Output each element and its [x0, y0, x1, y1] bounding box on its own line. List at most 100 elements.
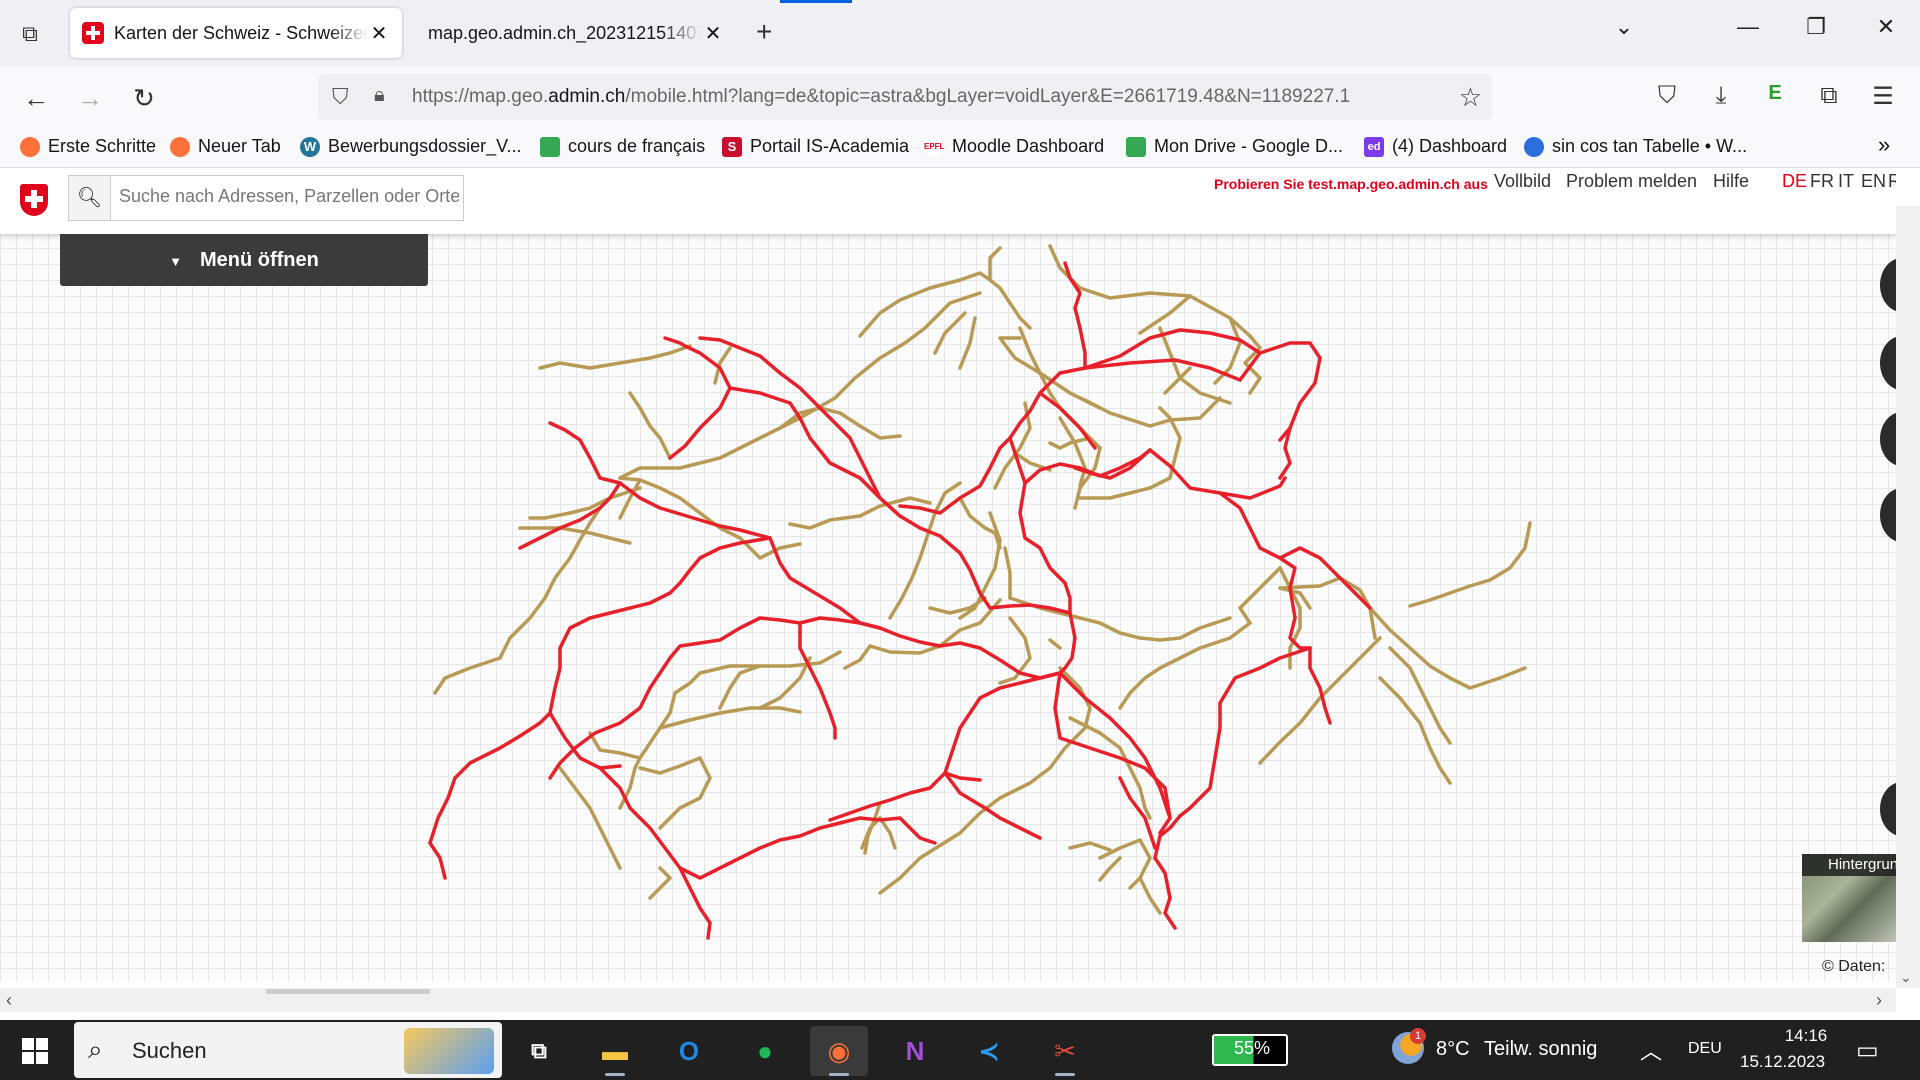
bookmark-is-academia[interactable]: S Portail IS-Academia	[722, 136, 909, 157]
scroll-right-icon[interactable]: ›	[1876, 990, 1882, 1011]
tracking-protection-icon[interactable]: ⛉	[332, 84, 349, 110]
bookmark-star-icon[interactable]: ☆	[1459, 82, 1482, 113]
national-road	[898, 436, 1012, 515]
national-road	[1083, 358, 1242, 382]
battery-icon[interactable]: 55%	[1212, 1034, 1288, 1066]
main-road	[433, 656, 502, 695]
task-view-icon[interactable]: ⧉	[510, 1026, 568, 1076]
swiss-coat-of-arms-icon[interactable]	[20, 184, 48, 216]
clock-date[interactable]: 15.12.2023	[1740, 1052, 1825, 1072]
accessibility-icon	[1524, 136, 1544, 157]
bookmark-moodle-dashboard[interactable]: EPFL Moodle Dashboard	[924, 136, 1104, 157]
minimize-icon[interactable]: —	[1728, 14, 1768, 40]
is-academia-icon: S	[722, 136, 742, 157]
help-link[interactable]: Hilfe	[1713, 171, 1749, 192]
firefox-icon[interactable]: ◉	[810, 1026, 868, 1076]
test-site-link[interactable]: Probieren Sie test.map.geo.admin.ch aus	[1214, 176, 1488, 192]
national-road	[898, 514, 1072, 615]
report-problem-link[interactable]: Problem melden	[1566, 171, 1697, 192]
spotify-icon[interactable]: ●	[736, 1026, 794, 1076]
bookmark-bewerbungsdossier[interactable]: W Bewerbungsdossier_V...	[300, 136, 521, 157]
vertical-scrollbar[interactable]: ⌄	[1896, 206, 1920, 988]
search-icon[interactable]: 🔍︎	[69, 176, 111, 220]
main-road	[933, 311, 967, 355]
tab-map-export[interactable]: map.geo.admin.ch_20231215140726 ✕	[406, 8, 736, 58]
road-network-map[interactable]	[0, 168, 1896, 981]
close-tab-icon[interactable]: ✕	[368, 21, 390, 46]
close-tab-icon[interactable]: ✕	[702, 21, 724, 46]
file-explorer-icon[interactable]: ▬	[586, 1026, 644, 1076]
lang-de[interactable]: DE	[1782, 171, 1807, 192]
fullscreen-link[interactable]: Vollbild	[1494, 171, 1551, 192]
bookmarks-overflow-icon[interactable]: »	[1878, 132, 1890, 158]
bookmark-ed-dashboard[interactable]: ed (4) Dashboard	[1364, 136, 1507, 157]
notification-icon[interactable]: ▭	[1856, 1036, 1879, 1065]
tray-overflow-icon[interactable]: ︿	[1640, 1034, 1662, 1066]
tab-overview-icon[interactable]: ⧉	[16, 20, 44, 48]
pocket-icon[interactable]: ⛉	[1650, 82, 1684, 110]
extensions-icon[interactable]: ⧉	[1812, 82, 1846, 110]
main-road	[1083, 396, 1222, 428]
tab-title: map.geo.admin.ch_20231215140726	[428, 22, 702, 43]
data-copyright[interactable]: © Daten:	[1822, 958, 1885, 976]
horizontal-scroll-thumb[interactable]	[266, 989, 430, 994]
weather-condition[interactable]: Teilw. sonnig	[1484, 1038, 1597, 1061]
onenote-icon[interactable]: N	[886, 1026, 944, 1076]
lang-en[interactable]: EN	[1861, 171, 1886, 192]
map-viewport[interactable]: 🔍︎ Probieren Sie test.map.geo.admin.ch a…	[0, 168, 1896, 981]
scroll-left-icon[interactable]: ‹	[6, 990, 12, 1011]
main-roads-layer	[433, 244, 1532, 915]
main-road	[1138, 616, 1232, 642]
bookmark-erste-schritte[interactable]: Erste Schritte	[20, 136, 156, 157]
main-road	[618, 691, 677, 810]
main-road	[628, 391, 672, 460]
national-road	[548, 421, 622, 485]
main-road	[558, 766, 622, 870]
bookmark-mon-drive[interactable]: Mon Drive - Google D...	[1126, 136, 1343, 157]
main-road	[658, 706, 802, 730]
vscode-icon[interactable]: ≺	[960, 1026, 1018, 1076]
horizontal-scrollbar[interactable]: ‹ ›	[0, 988, 1896, 1012]
url-text[interactable]: https://map.geo.admin.ch/mobile.html?lan…	[412, 86, 1442, 108]
bookmark-sin-cos-tan[interactable]: sin cos tan Tabelle • W...	[1524, 136, 1747, 157]
url-bar[interactable]: ⛉ 🔒︎ https://map.geo.admin.ch/mobile.htm…	[318, 74, 1492, 120]
downloads-icon[interactable]: ⤓	[1704, 82, 1738, 110]
forward-icon[interactable]: →	[72, 80, 108, 116]
input-language[interactable]: DEU	[1688, 1040, 1722, 1058]
scroll-down-icon[interactable]: ⌄	[1900, 969, 1912, 986]
restore-icon[interactable]: ❐	[1796, 14, 1836, 40]
search-input[interactable]	[119, 186, 459, 207]
open-menu-button[interactable]: ▼ Menü öffnen	[60, 234, 428, 286]
main-road	[788, 496, 932, 530]
lang-it[interactable]: IT	[1838, 171, 1854, 192]
outlook-icon[interactable]: O	[660, 1026, 718, 1076]
bookmark-cours-de-francais[interactable]: cours de français	[540, 136, 705, 157]
close-window-icon[interactable]: ✕	[1866, 14, 1906, 40]
main-road	[1098, 856, 1122, 882]
main-road	[1003, 546, 1012, 600]
taskbar-search[interactable]: ⌕ Suchen	[74, 1022, 502, 1078]
national-road	[1053, 671, 1167, 790]
back-icon[interactable]: ←	[18, 80, 54, 116]
clock-time[interactable]: 14:16	[1764, 1026, 1848, 1046]
background-switcher[interactable]: Hintergrund	[1802, 854, 1896, 942]
main-road	[958, 316, 977, 370]
tab-karten-der-schweiz[interactable]: Karten der Schweiz - Schweizerische Eidg…	[70, 8, 402, 58]
snipping-tool-icon[interactable]: ✂	[1036, 1026, 1094, 1076]
bookmarks-toolbar: Erste Schritte Neuer Tab W Bewerbungsdoss…	[0, 128, 1920, 168]
list-all-tabs-icon[interactable]: ⌄	[1604, 14, 1644, 40]
new-tab-button[interactable]: +	[756, 16, 772, 48]
national-road	[668, 386, 732, 460]
reload-icon[interactable]: ↻	[126, 80, 162, 116]
main-road	[1408, 521, 1532, 608]
windows-start-icon[interactable]	[22, 1038, 48, 1064]
lang-fr[interactable]: FR	[1810, 171, 1834, 192]
extension-e-icon[interactable]: E	[1758, 82, 1792, 105]
bookmark-neuer-tab[interactable]: Neuer Tab	[170, 136, 281, 157]
search-highlight-image	[404, 1028, 494, 1074]
lock-icon[interactable]: 🔒︎	[374, 84, 385, 107]
lang-rm[interactable]: RM	[1888, 171, 1896, 192]
hamburger-menu-icon[interactable]: ☰	[1866, 82, 1900, 111]
weather-temperature[interactable]: 8°C	[1436, 1038, 1470, 1061]
main-road	[648, 866, 672, 900]
